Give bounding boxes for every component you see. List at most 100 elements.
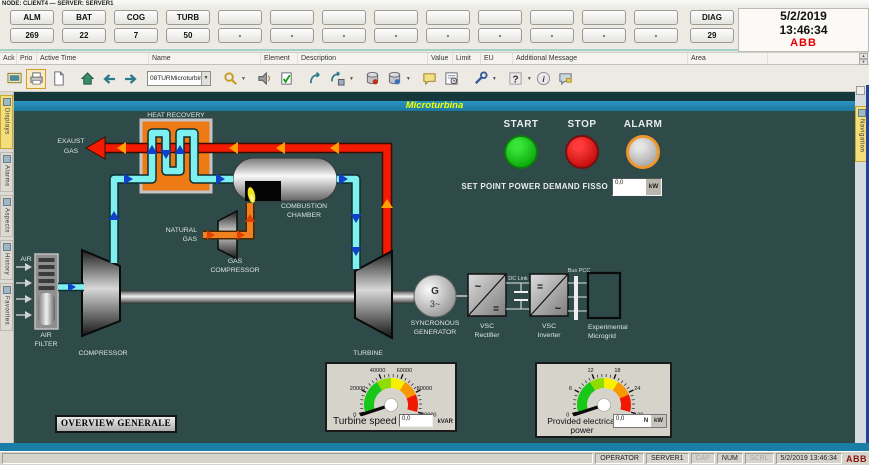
find-icon[interactable] [220,69,240,89]
alarm-group-count[interactable]: 50 [166,28,210,43]
status-num: NUM [717,453,743,464]
alarm-group-button[interactable] [374,10,418,25]
announce-icon[interactable] [255,69,275,89]
alarm-group-button[interactable]: DIAG [690,10,734,25]
alarm-indicator[interactable] [626,135,660,169]
svg-text:FILTER: FILTER [35,341,58,348]
transfer-target-icon[interactable] [328,69,348,89]
alarm-group-button[interactable] [270,10,314,25]
alarm-group-button[interactable] [530,10,574,25]
alarm-column-limit[interactable]: Limit [453,53,481,64]
info-icon[interactable]: i [534,69,554,89]
transfer-caret-icon[interactable]: ▼ [349,76,354,82]
display-selector[interactable]: 08TURMicroturbin ▼ [147,71,211,86]
alarm-group-button[interactable] [478,10,522,25]
alarm-group-count[interactable]: 29 [690,28,734,43]
display-selector-dropdown-icon[interactable]: ▼ [201,72,210,85]
alarm-column-additional-message[interactable]: Additional Message [513,53,688,64]
alarm-column-name[interactable]: Name [149,53,261,64]
transfer-icon[interactable] [306,69,326,89]
svg-text:TURBINE: TURBINE [353,350,383,357]
alarm-group-button[interactable]: TURB [166,10,210,25]
setpoint-value[interactable]: 0,0 [613,179,646,195]
tab-alarms[interactable]: Alarms [0,152,13,192]
alarm-group-button[interactable] [582,10,626,25]
alarm-column-active-time[interactable]: Active Time [37,53,149,64]
svg-text:~: ~ [475,281,482,293]
alarm-group-count[interactable]: - [270,28,314,43]
help-caret-icon[interactable]: ▼ [527,76,532,82]
alarm-group-count[interactable]: 269 [10,28,54,43]
find-caret-icon[interactable]: ▼ [241,76,246,82]
note-icon[interactable] [420,69,440,89]
svg-text:Experimental: Experimental [588,324,628,331]
stop-label: STOP [552,119,612,130]
new-display-icon[interactable] [48,69,68,89]
alarm-group-button[interactable]: ALM [10,10,54,25]
back-icon[interactable] [99,69,119,89]
tools-icon[interactable] [471,69,491,89]
database-config-icon[interactable] [385,69,405,89]
alarm-group-count[interactable]: - [478,28,522,43]
alarm-group-count[interactable]: - [634,28,678,43]
alarm-group-button[interactable] [634,10,678,25]
alarm-group-button[interactable] [218,10,262,25]
alarm-group-button[interactable] [426,10,470,25]
alarm-column-prio[interactable]: Prio [17,53,37,64]
displays-tab-label: Displays [4,108,10,135]
print-icon[interactable] [26,69,46,89]
tab-aspects[interactable]: Aspects [0,195,13,237]
alarm-group-count[interactable]: - [530,28,574,43]
alarm-group-count[interactable]: 22 [62,28,106,43]
acknowledge-icon[interactable] [277,69,297,89]
alarm-group-button[interactable]: BAT [62,10,106,25]
dc-link: DC Link [506,276,530,309]
help-icon[interactable]: ? [506,69,526,89]
alarm-group-count[interactable]: - [426,28,470,43]
setpoint-input[interactable]: 0,0 kW [612,178,662,196]
aspects-tab-label: Aspects [4,208,10,233]
display-title: Microturbina [406,100,464,111]
alarm-column-eu[interactable]: EU [481,53,513,64]
start-label: START [491,119,551,130]
alarm-column-description[interactable]: Description [298,53,428,64]
provided-power-unit: kW [651,415,666,427]
alarm-group-button[interactable]: COG [114,10,158,25]
provided-power-value: 0,0 [614,415,641,427]
alarm-group-count[interactable]: 7 [114,28,158,43]
svg-text:18: 18 [614,368,620,374]
alarm-column-value[interactable]: Value [428,53,453,64]
display-icon[interactable] [4,69,24,89]
svg-text:EXAUST: EXAUST [57,138,84,145]
tab-displays[interactable]: Displays [0,95,13,149]
display-bottom-strip [0,443,869,451]
alarm-list-scrollbar[interactable]: ▲▼ [859,53,868,65]
alarm-group-button[interactable] [322,10,366,25]
schedule-icon[interactable] [442,69,462,89]
forward-icon[interactable] [121,69,141,89]
svg-text:~: ~ [555,303,562,315]
alarm-group-count[interactable]: - [218,28,262,43]
history-database-icon[interactable] [363,69,383,89]
alarm-group-count[interactable]: - [582,28,626,43]
home-icon[interactable] [77,69,97,89]
navigation-tab-icon [858,109,866,117]
overview-generale-button[interactable]: OVERVIEW GENERALE [55,415,177,433]
start-indicator[interactable] [504,135,538,169]
svg-text:80000: 80000 [417,386,433,392]
svg-text:=: = [493,304,499,315]
stop-indicator[interactable] [565,135,599,169]
pin-icon[interactable] [856,86,865,95]
tab-favorites[interactable]: Favorites [0,283,13,331]
database-caret-icon[interactable]: ▼ [406,76,411,82]
alarm-column-area[interactable]: Area [688,53,768,64]
alarm-group-count[interactable]: - [322,28,366,43]
alarm-column-element[interactable]: Element [261,53,298,64]
comment-icon[interactable] [556,69,576,89]
tools-caret-icon[interactable]: ▼ [492,76,497,82]
alarm-group-count[interactable]: - [374,28,418,43]
tab-history[interactable]: History [0,240,13,280]
setpoint-unit: kW [646,179,661,195]
alarm-column-ack[interactable]: Ack [0,53,17,64]
status-5-2-2019-13-46-34: 5/2/2019 13:46:34 [776,453,842,464]
